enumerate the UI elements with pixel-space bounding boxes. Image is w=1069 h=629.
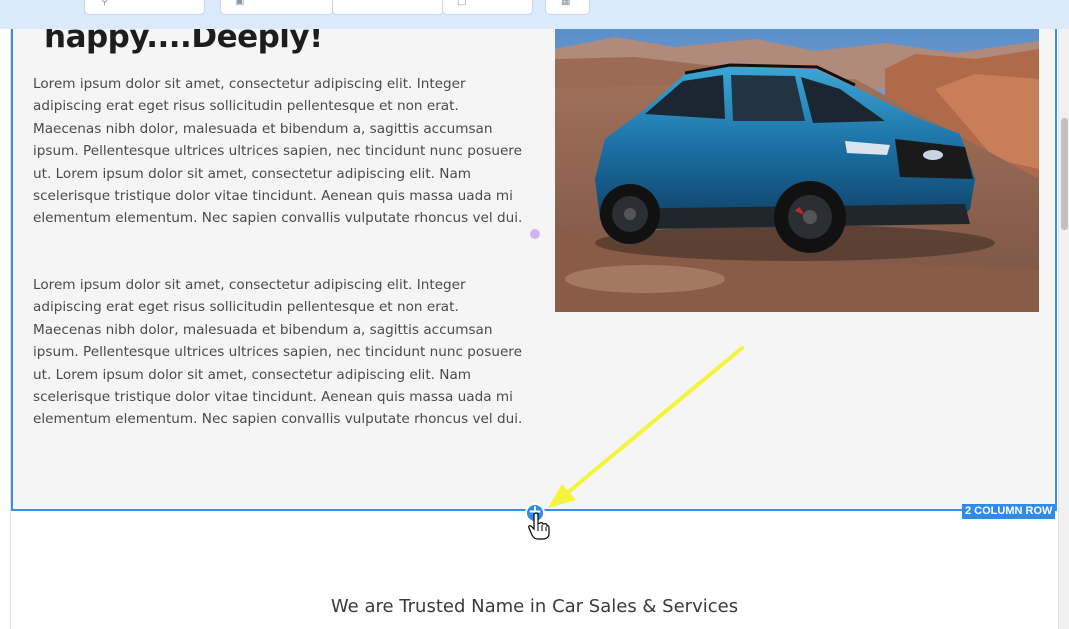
grid-icon: ▦ (561, 0, 571, 7)
toolbar-button-grid[interactable]: ▦ (545, 0, 590, 15)
hand-cursor-icon (528, 512, 550, 540)
search-icon: ⚲ (101, 0, 109, 7)
toolbar-button-document[interactable]: ▣ (220, 0, 334, 15)
toolbar-button-blank[interactable] (332, 0, 444, 15)
toolbar-button-search[interactable]: ⚲ (84, 0, 205, 15)
toolbar-button-file[interactable]: □ (442, 0, 533, 15)
builder-toolbar: ⚲ ▣ □ ▦ (0, 0, 1069, 29)
document-icon: ▣ (235, 0, 245, 7)
row-type-badge: 2 COLUMN ROW (962, 504, 1056, 519)
file-icon: □ (457, 0, 467, 7)
